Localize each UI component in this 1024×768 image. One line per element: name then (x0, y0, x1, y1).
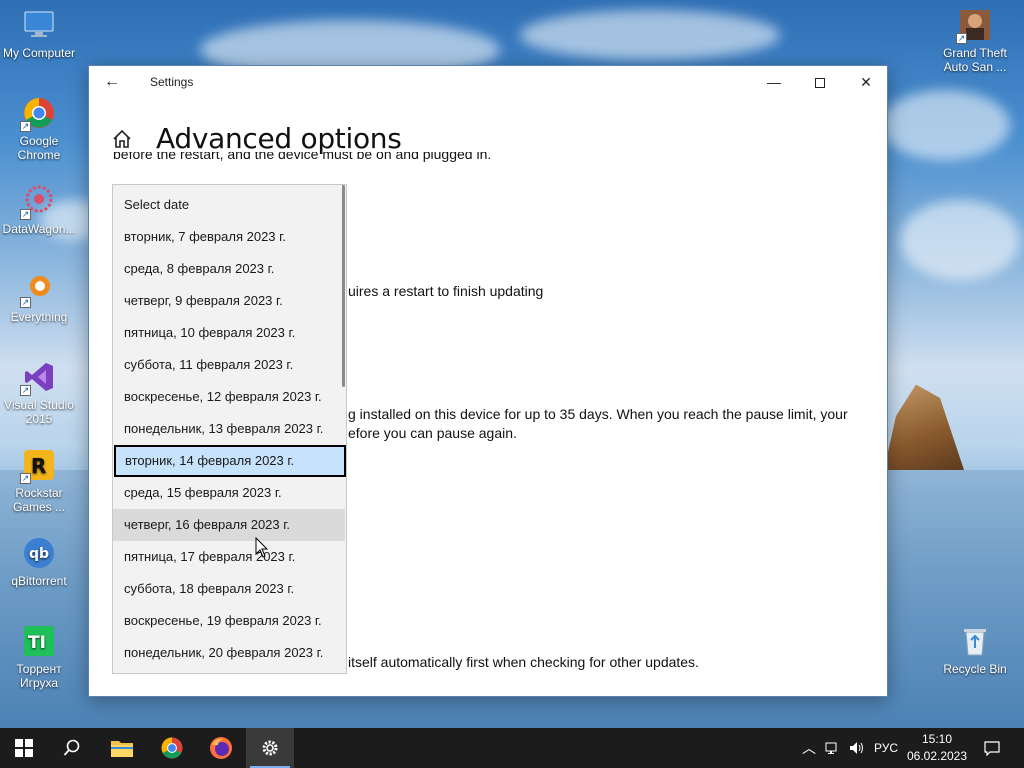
dropdown-option[interactable]: воскресенье, 19 февраля 2023 г. (113, 605, 345, 637)
wallpaper-rock (884, 384, 964, 470)
desktop-icon-datawagon[interactable]: ↗ DataWagon... (1, 184, 77, 236)
notification-icon[interactable] (978, 728, 1006, 768)
restart-warning-text: before the restart, and the device must … (113, 152, 491, 168)
clock-date: 06.02.2023 (906, 749, 968, 763)
dropdown-option[interactable]: четверг, 9 февраля 2023 г. (113, 285, 345, 317)
desktop-icon-gta-san-andreas[interactable]: ↗ Grand Theft Auto San ... (937, 8, 1013, 74)
svg-text:R: R (31, 454, 46, 478)
taskbar-clock[interactable]: 15:10 06.02.2023 (902, 731, 972, 765)
dropdown-option[interactable]: суббота, 18 февраля 2023 г. (113, 573, 345, 605)
chrome-icon: ↗ (20, 96, 56, 132)
desktop-icon-label: Visual Studio 2015 (4, 398, 74, 426)
dropdown-option[interactable]: понедельник, 20 февраля 2023 г. (113, 637, 345, 669)
folder-icon (111, 741, 133, 757)
desktop-icon-visual-studio[interactable]: ↗ Visual Studio 2015 (1, 360, 77, 426)
maximize-icon (815, 78, 825, 89)
dropdown-option[interactable]: пятница, 10 февраля 2023 г. (113, 317, 345, 349)
visual-studio-icon: ↗ (20, 360, 56, 396)
shortcut-arrow-icon: ↗ (20, 473, 31, 484)
shortcut-arrow-icon: ↗ (20, 297, 31, 308)
computer-icon (22, 8, 56, 42)
desktop-icon-label: Торрент Игруха (16, 662, 62, 690)
dropdown-option[interactable]: среда, 15 февраля 2023 г. (113, 477, 345, 509)
chrome-icon (161, 737, 183, 759)
clock-time: 15:10 (921, 732, 953, 746)
desktop-icon-qbittorrent[interactable]: qb qBittorrent (1, 536, 77, 588)
datawagon-icon: ↗ (20, 184, 56, 220)
dropdown-option[interactable]: Select date (113, 189, 345, 221)
desktop-icon-label: Google Chrome (17, 134, 61, 162)
desktop-icon-rockstar-games[interactable]: R ↗ Rockstar Games ... (1, 448, 77, 514)
torrent-igruha-icon: TI (22, 624, 56, 658)
dropdown-option[interactable]: понедельник, 13 февраля 2023 г. (113, 413, 345, 445)
firefox-icon (210, 737, 232, 759)
dropdown-option[interactable]: суббота, 11 февраля 2023 г. (113, 349, 345, 381)
desktop-icon-recycle-bin[interactable]: Recycle Bin (937, 624, 1013, 676)
network-icon[interactable] (821, 728, 845, 768)
everything-search-icon: ↗ (20, 272, 56, 308)
volume-icon[interactable] (846, 728, 868, 768)
chevron-up-icon[interactable]: ︿ (798, 728, 820, 768)
dropdown-option[interactable]: среда, 8 февраля 2023 г. (113, 253, 345, 285)
desktop-icon-label: DataWagon... (2, 222, 76, 236)
mouse-cursor-icon (255, 537, 269, 558)
pause-updates-text-line1: g installed on this device for up to 35 … (348, 406, 848, 422)
desktop-icon-label: My Computer (2, 46, 76, 60)
wallpaper-cloud (900, 200, 1020, 280)
page-title: Advanced options (156, 122, 402, 155)
shortcut-arrow-icon: ↗ (956, 33, 967, 44)
svg-text:TI: TI (28, 633, 46, 653)
taskbar: ︿ РУС 15:10 06.02.2023 (0, 728, 1024, 768)
back-arrow-icon[interactable]: ← (99, 70, 125, 94)
windows-logo-icon (15, 739, 33, 757)
shortcut-arrow-icon: ↗ (20, 209, 31, 220)
dropdown-option[interactable]: вторник, 7 февраля 2023 г. (113, 221, 345, 253)
dropdown-option[interactable]: воскресенье, 12 февраля 2023 г. (113, 381, 345, 413)
dropdown-option-selected[interactable]: вторник, 14 февраля 2023 г. (114, 445, 346, 477)
desktop-icon-everything[interactable]: ↗ Everything (1, 272, 77, 324)
dropdown-option-hovered[interactable]: четверг, 16 февраля 2023 г. (113, 509, 345, 541)
pause-updates-text-line2: efore you can pause again. (348, 425, 517, 441)
recycle-bin-icon (958, 624, 992, 658)
desktop-icon-label: qBittorrent (11, 574, 67, 588)
taskbar-settings[interactable] (246, 728, 294, 768)
dropdown-scrollbar[interactable] (342, 185, 345, 387)
desktop-icon-google-chrome[interactable]: ↗ Google Chrome (1, 96, 77, 162)
dropdown-option[interactable]: пятница, 17 февраля 2023 г. (113, 541, 345, 573)
shortcut-arrow-icon: ↗ (20, 121, 31, 132)
wallpaper-cloud (880, 90, 1010, 160)
title-bar[interactable]: ← Settings — ✕ (89, 66, 887, 98)
desktop-icon-label: Everything (10, 310, 68, 324)
home-icon[interactable] (111, 128, 133, 150)
window-title: Settings (150, 75, 194, 89)
start-button[interactable] (0, 728, 48, 768)
search-icon (63, 739, 80, 756)
update-itself-text: itself automatically first when checking… (348, 654, 699, 670)
gta-icon: ↗ (956, 8, 992, 44)
taskbar-firefox[interactable] (197, 728, 245, 768)
restart-warning-text-span: before the restart, and the device must … (113, 152, 492, 162)
minimize-button[interactable]: — (751, 66, 797, 98)
maximize-button[interactable] (797, 66, 843, 98)
rockstar-icon: R ↗ (20, 448, 56, 484)
desktop-icon-my-computer[interactable]: My Computer (1, 8, 77, 60)
svg-text:qb: qb (29, 546, 49, 562)
gear-icon (262, 740, 278, 756)
close-button[interactable]: ✕ (843, 66, 887, 98)
desktop-icon-label: Recycle Bin (943, 662, 1007, 676)
desktop-icon-label: Grand Theft Auto San ... (943, 46, 1007, 74)
taskbar-chrome[interactable] (148, 728, 196, 768)
language-indicator[interactable]: РУС (870, 728, 902, 768)
desktop-icon-label: Rockstar Games ... (12, 486, 65, 514)
restart-notification-text: uires a restart to finish updating (348, 283, 544, 299)
pause-date-dropdown-list[interactable]: Select date вторник, 7 февраля 2023 г. с… (112, 184, 347, 674)
shortcut-arrow-icon: ↗ (20, 385, 31, 396)
search-button[interactable] (48, 728, 96, 768)
qbittorrent-icon: qb (22, 536, 56, 570)
taskbar-file-explorer[interactable] (98, 728, 146, 768)
desktop-icon-torrent-igruha[interactable]: TI Торрент Игруха (1, 624, 77, 690)
wallpaper-cloud (520, 10, 780, 60)
